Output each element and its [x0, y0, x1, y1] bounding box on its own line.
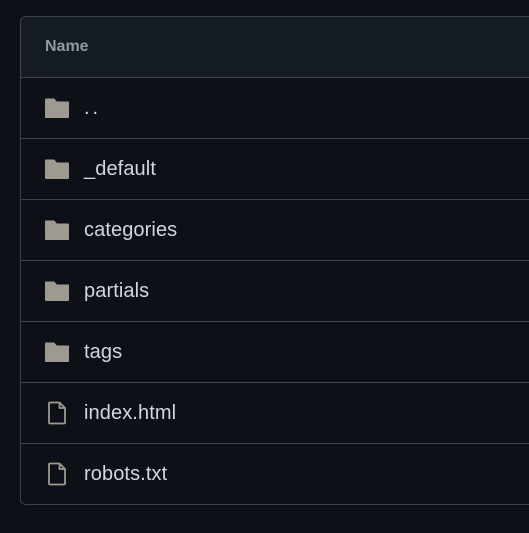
- file-icon: [44, 400, 70, 426]
- list-item-parent-directory[interactable]: ..: [21, 78, 529, 139]
- name-column-header: Name: [45, 38, 89, 55]
- item-name: index.html: [84, 401, 177, 424]
- list-item-default[interactable]: _default: [21, 139, 529, 200]
- item-name: categories: [84, 218, 178, 241]
- list-item-partials[interactable]: partials: [21, 261, 529, 322]
- folder-icon: [44, 156, 70, 182]
- folder-icon: [44, 278, 70, 304]
- item-name: tags: [84, 340, 123, 363]
- item-name: partials: [84, 279, 150, 302]
- table-header: Name: [21, 17, 529, 78]
- folder-icon: [44, 339, 70, 365]
- list-item-categories[interactable]: categories: [21, 200, 529, 261]
- item-name: ..: [84, 96, 102, 119]
- list-item-tags[interactable]: tags: [21, 322, 529, 383]
- item-name: _default: [84, 157, 156, 180]
- list-item-index-html[interactable]: index.html: [21, 383, 529, 444]
- folder-icon: [44, 217, 70, 243]
- file-icon: [44, 461, 70, 487]
- item-name: robots.txt: [84, 462, 168, 485]
- file-table: Name .. _default categories partials tag…: [20, 16, 529, 505]
- list-item-robots-txt[interactable]: robots.txt: [21, 444, 529, 504]
- folder-icon: [44, 95, 70, 121]
